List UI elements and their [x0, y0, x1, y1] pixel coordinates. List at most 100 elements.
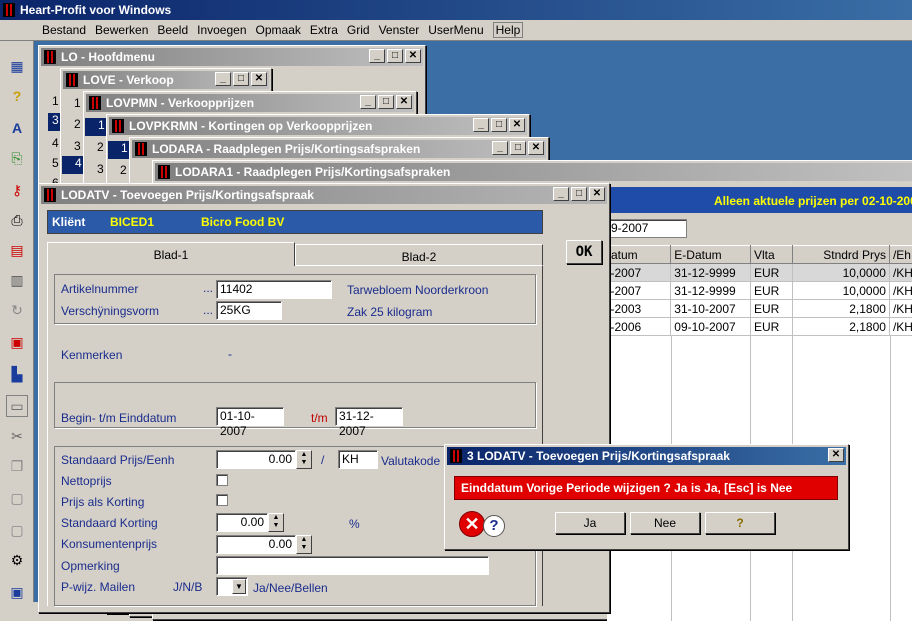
verschijning-field[interactable]: 25KG: [216, 301, 282, 320]
maximize-button[interactable]: □: [510, 141, 526, 155]
printer-icon[interactable]: ⎙: [6, 209, 28, 231]
std-korting-field[interactable]: 0.00: [216, 513, 268, 532]
opmerking-field[interactable]: [216, 556, 489, 575]
window-logo-icon: [112, 119, 124, 133]
column-header[interactable]: /Eh: [889, 246, 912, 264]
menu-number[interactable]: 3: [97, 162, 104, 176]
artikel-field[interactable]: 11402: [216, 280, 332, 299]
tab-blad-1[interactable]: Blad-1: [47, 242, 295, 266]
column-header[interactable]: E-Datum: [671, 246, 751, 264]
form-icon[interactable]: ▤: [6, 239, 28, 261]
close-button[interactable]: ✕: [396, 95, 412, 109]
close-button[interactable]: ✕: [405, 49, 421, 63]
copy-icon[interactable]: ❐: [6, 455, 28, 477]
menu-bewerken[interactable]: Bewerken: [95, 23, 148, 37]
konsument-field[interactable]: 0.00: [216, 535, 296, 554]
menu-beeld[interactable]: Beeld: [157, 23, 188, 37]
minimize-button[interactable]: _: [473, 118, 489, 132]
begin-label: Begin- t/m Einddatum: [61, 411, 176, 425]
table-row-selected[interactable]: -2007 31-12-9999 EUR 10,0000 /KH: [608, 264, 912, 282]
grid-icon[interactable]: ▥: [6, 269, 28, 291]
refresh-icon[interactable]: ↻: [6, 299, 28, 321]
chart-icon[interactable]: ▙: [6, 363, 28, 385]
menu-number-selected[interactable]: 4: [62, 156, 84, 174]
table-row[interactable]: -2003 31-10-2007 EUR 2,1800 /KH: [608, 300, 912, 318]
close-button[interactable]: ✕: [828, 448, 844, 462]
menu-number[interactable]: 5: [52, 156, 59, 170]
netto-checkbox[interactable]: [216, 474, 228, 486]
report-icon[interactable]: ▣: [6, 331, 28, 353]
minimize-button[interactable]: _: [492, 141, 508, 155]
maximize-button[interactable]: □: [378, 95, 394, 109]
table-cell: EUR: [750, 264, 792, 282]
close-button[interactable]: ✕: [589, 187, 605, 201]
close-button[interactable]: ✕: [528, 141, 544, 155]
menu-number[interactable]: 1: [52, 94, 59, 108]
menu-help[interactable]: Help: [493, 22, 524, 38]
doc-settings-icon[interactable]: ⚙: [6, 549, 28, 571]
maximize-button[interactable]: □: [571, 187, 587, 201]
table-cell: 31-12-9999: [671, 264, 751, 282]
window-lodatv-title: LODATV - Toevoegen Prijs/Kortingsafspraa…: [61, 188, 314, 202]
menu-opmaak[interactable]: Opmaak: [256, 23, 301, 37]
date-filter-field[interactable]: 9-2007: [607, 219, 687, 238]
tab-blad-2[interactable]: Blad-2: [295, 244, 543, 266]
minimize-button[interactable]: _: [360, 95, 376, 109]
yes-button[interactable]: Ja: [555, 512, 625, 534]
eenheid-field[interactable]: KH: [338, 450, 378, 469]
std-prijs-spinner[interactable]: ▲▼: [296, 450, 312, 469]
spellcheck-icon[interactable]: A: [6, 117, 28, 139]
close-button[interactable]: ✕: [251, 72, 267, 86]
menu-usermenu[interactable]: UserMenu: [428, 23, 483, 37]
menu-bestand[interactable]: Bestand: [42, 23, 86, 37]
mailen-dropdown[interactable]: ▼: [216, 577, 248, 596]
menu-number[interactable]: 2: [120, 163, 127, 177]
key-icon[interactable]: ⚷: [6, 179, 28, 201]
menu-invoegen[interactable]: Invoegen: [197, 23, 246, 37]
std-korting-spinner[interactable]: ▲▼: [268, 513, 284, 532]
help-icon[interactable]: ?: [6, 85, 28, 107]
chevron-down-icon[interactable]: ▼: [232, 579, 246, 594]
window-icon[interactable]: ▭: [6, 395, 28, 417]
help-button[interactable]: ?: [705, 512, 775, 534]
window-verkoopprijzen-titlebar: LOVPMN - Verkoopprijzen _□✕: [86, 94, 414, 112]
konsument-spinner[interactable]: ▲▼: [296, 535, 312, 554]
cut-icon[interactable]: ✂: [6, 425, 28, 447]
menu-grid[interactable]: Grid: [347, 23, 370, 37]
begin-date-field[interactable]: 01-10-2007: [216, 407, 284, 426]
minimize-button[interactable]: _: [369, 49, 385, 63]
maximize-button[interactable]: □: [387, 49, 403, 63]
window-logo-icon: [158, 165, 170, 179]
ok-button[interactable]: OK: [566, 240, 602, 264]
menu-number-selected[interactable]: 1: [85, 118, 107, 136]
std-prijs-field[interactable]: 0.00: [216, 450, 296, 469]
maximize-button[interactable]: □: [233, 72, 249, 86]
kenmerken-value: -: [228, 347, 232, 361]
column-header[interactable]: Stndrd Prys: [792, 246, 889, 264]
paste-special-icon[interactable]: ▢: [6, 519, 28, 541]
minimize-button[interactable]: _: [553, 187, 569, 201]
column-header[interactable]: Vlta: [750, 246, 792, 264]
maximize-button[interactable]: □: [491, 118, 507, 132]
minimize-button[interactable]: _: [215, 72, 231, 86]
close-button[interactable]: ✕: [509, 118, 525, 132]
paste-icon[interactable]: ▢: [6, 487, 28, 509]
menu-number[interactable]: 3: [74, 139, 81, 153]
menu-venster[interactable]: Venster: [379, 23, 420, 37]
end-date-field[interactable]: 31-12-2007: [335, 407, 403, 426]
calculator-icon[interactable]: ▦: [6, 55, 28, 77]
table-row[interactable]: -2007 31-12-9999 EUR 10,0000 /KH: [608, 282, 912, 300]
prijs-korting-checkbox[interactable]: [216, 494, 228, 506]
menu-number[interactable]: 2: [97, 140, 104, 154]
menu-extra[interactable]: Extra: [310, 23, 338, 37]
table-row[interactable]: -2006 09-10-2007 EUR 2,1800 /KH: [608, 318, 912, 336]
menu-number-selected[interactable]: 1: [108, 141, 130, 159]
export-icon[interactable]: ⎘: [6, 147, 28, 169]
menu-number[interactable]: 1: [74, 96, 81, 110]
slash: /: [321, 453, 324, 467]
column-header[interactable]: atum: [608, 246, 671, 264]
menu-number[interactable]: 4: [52, 136, 59, 150]
monitor-icon[interactable]: ▣: [6, 581, 28, 603]
menu-number[interactable]: 2: [74, 117, 81, 131]
no-button[interactable]: Nee: [630, 512, 700, 534]
